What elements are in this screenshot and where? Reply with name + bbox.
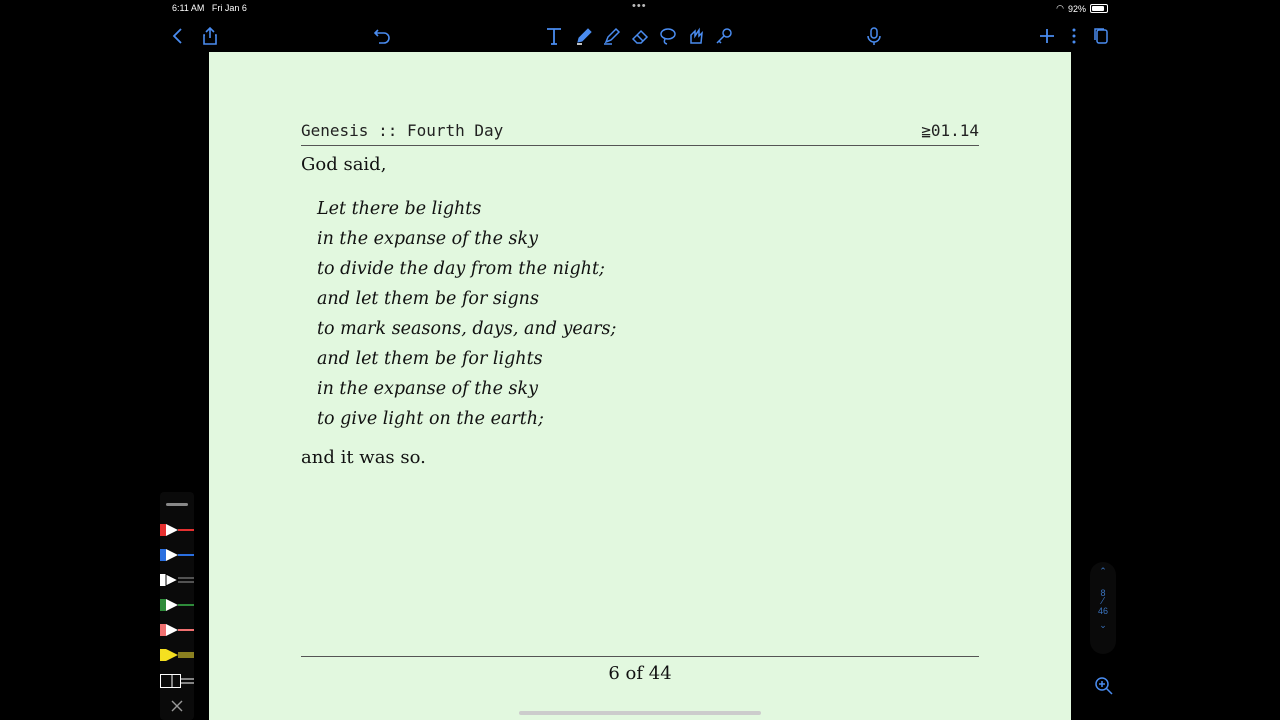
nav-slash: ⁄ bbox=[1102, 596, 1104, 607]
closing-text: and it was so. bbox=[301, 447, 426, 468]
wifi-icon: ◠ bbox=[1056, 3, 1064, 13]
verse-line: and let them be for lights bbox=[317, 349, 543, 369]
verse-line: to give light on the earth; bbox=[317, 409, 544, 429]
highlighter-icon[interactable] bbox=[600, 24, 624, 48]
eraser-icon[interactable] bbox=[628, 24, 652, 48]
battery-icon bbox=[1090, 4, 1108, 13]
shape-icon[interactable] bbox=[684, 24, 708, 48]
intro-text: God said, bbox=[301, 154, 387, 175]
footer-divider bbox=[301, 656, 979, 657]
chevron-down-icon[interactable]: ⌄ bbox=[1090, 616, 1116, 634]
back-icon[interactable] bbox=[166, 24, 190, 48]
nav-total-pages: 46 bbox=[1097, 606, 1108, 616]
pages-icon[interactable] bbox=[1089, 24, 1113, 48]
verse-lines: Let there be lights in the expanse of th… bbox=[317, 194, 616, 434]
chevron-up-icon[interactable]: ⌃ bbox=[1090, 562, 1116, 580]
battery-percent: 92% bbox=[1067, 3, 1086, 14]
header-ref: ≧01.14 bbox=[921, 121, 979, 140]
undo-icon[interactable] bbox=[370, 24, 394, 48]
white-pen[interactable] bbox=[160, 572, 194, 588]
verse-line: in the expanse of the sky bbox=[317, 379, 538, 399]
pen-tray bbox=[160, 492, 194, 720]
pen-icon[interactable] bbox=[572, 24, 596, 48]
link-icon[interactable] bbox=[712, 24, 736, 48]
green-pen[interactable] bbox=[160, 597, 194, 613]
yellow-highlighter[interactable] bbox=[160, 647, 194, 663]
verse-line: to mark seasons, days, and years; bbox=[317, 319, 617, 339]
tray-handle[interactable] bbox=[166, 503, 188, 506]
status-bar: 6:11 AM Fri Jan 6 ••• ◠ 92% bbox=[0, 0, 1280, 18]
eraser-tool[interactable] bbox=[160, 673, 194, 689]
page-number: 6 of 44 bbox=[608, 663, 672, 684]
document-page[interactable]: Genesis :: Fourth Day ≧01.14 God said, L… bbox=[209, 52, 1071, 720]
verse-line: Let there be lights bbox=[317, 199, 482, 219]
zoom-icon[interactable] bbox=[1094, 676, 1114, 696]
home-indicator[interactable] bbox=[519, 711, 761, 715]
verse-line: in the expanse of the sky bbox=[317, 229, 538, 249]
text-tool-icon[interactable] bbox=[542, 24, 566, 48]
pink-pen[interactable] bbox=[160, 622, 194, 638]
add-icon[interactable] bbox=[1035, 24, 1059, 48]
page-navigator: ⌃ 8 ⁄ 46 ⌄ bbox=[1090, 562, 1116, 654]
status-time: 6:11 AM Fri Jan 6 bbox=[172, 3, 247, 13]
red-pen[interactable] bbox=[160, 522, 194, 538]
multitask-dots[interactable]: ••• bbox=[632, 0, 647, 12]
verse-line: and let them be for signs bbox=[317, 289, 539, 309]
blue-pen[interactable] bbox=[160, 547, 194, 563]
close-icon[interactable] bbox=[160, 698, 194, 714]
status-right: ◠ 92% bbox=[1056, 3, 1108, 14]
microphone-icon[interactable] bbox=[862, 24, 886, 48]
toolbar bbox=[160, 20, 1120, 52]
lasso-icon[interactable] bbox=[656, 24, 680, 48]
more-icon[interactable] bbox=[1062, 24, 1086, 48]
share-icon[interactable] bbox=[198, 24, 222, 48]
verse-line: to divide the day from the night; bbox=[317, 259, 605, 279]
page-header: Genesis :: Fourth Day ≧01.14 bbox=[301, 119, 979, 146]
header-title: Genesis :: Fourth Day bbox=[301, 121, 504, 140]
